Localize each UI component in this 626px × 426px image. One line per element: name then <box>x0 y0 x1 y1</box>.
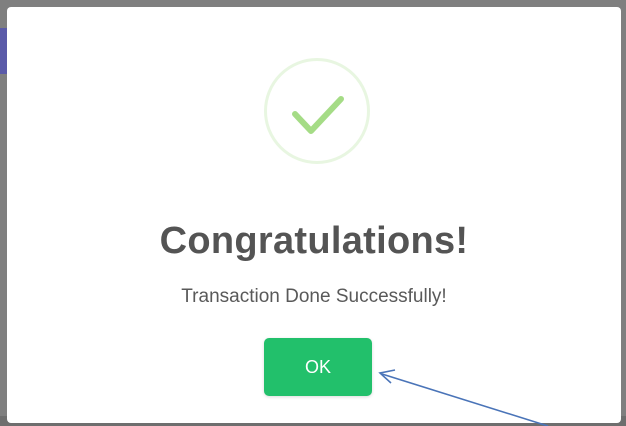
dialog-message: Transaction Done Successfully! <box>181 286 447 307</box>
checkmark-icon <box>264 58 370 164</box>
success-dialog: Congratulations! Transaction Done Succes… <box>7 7 621 423</box>
backdrop-sidebar-accent <box>0 28 7 74</box>
ok-button[interactable]: OK <box>264 338 372 396</box>
dialog-title: Congratulations! <box>159 220 469 262</box>
